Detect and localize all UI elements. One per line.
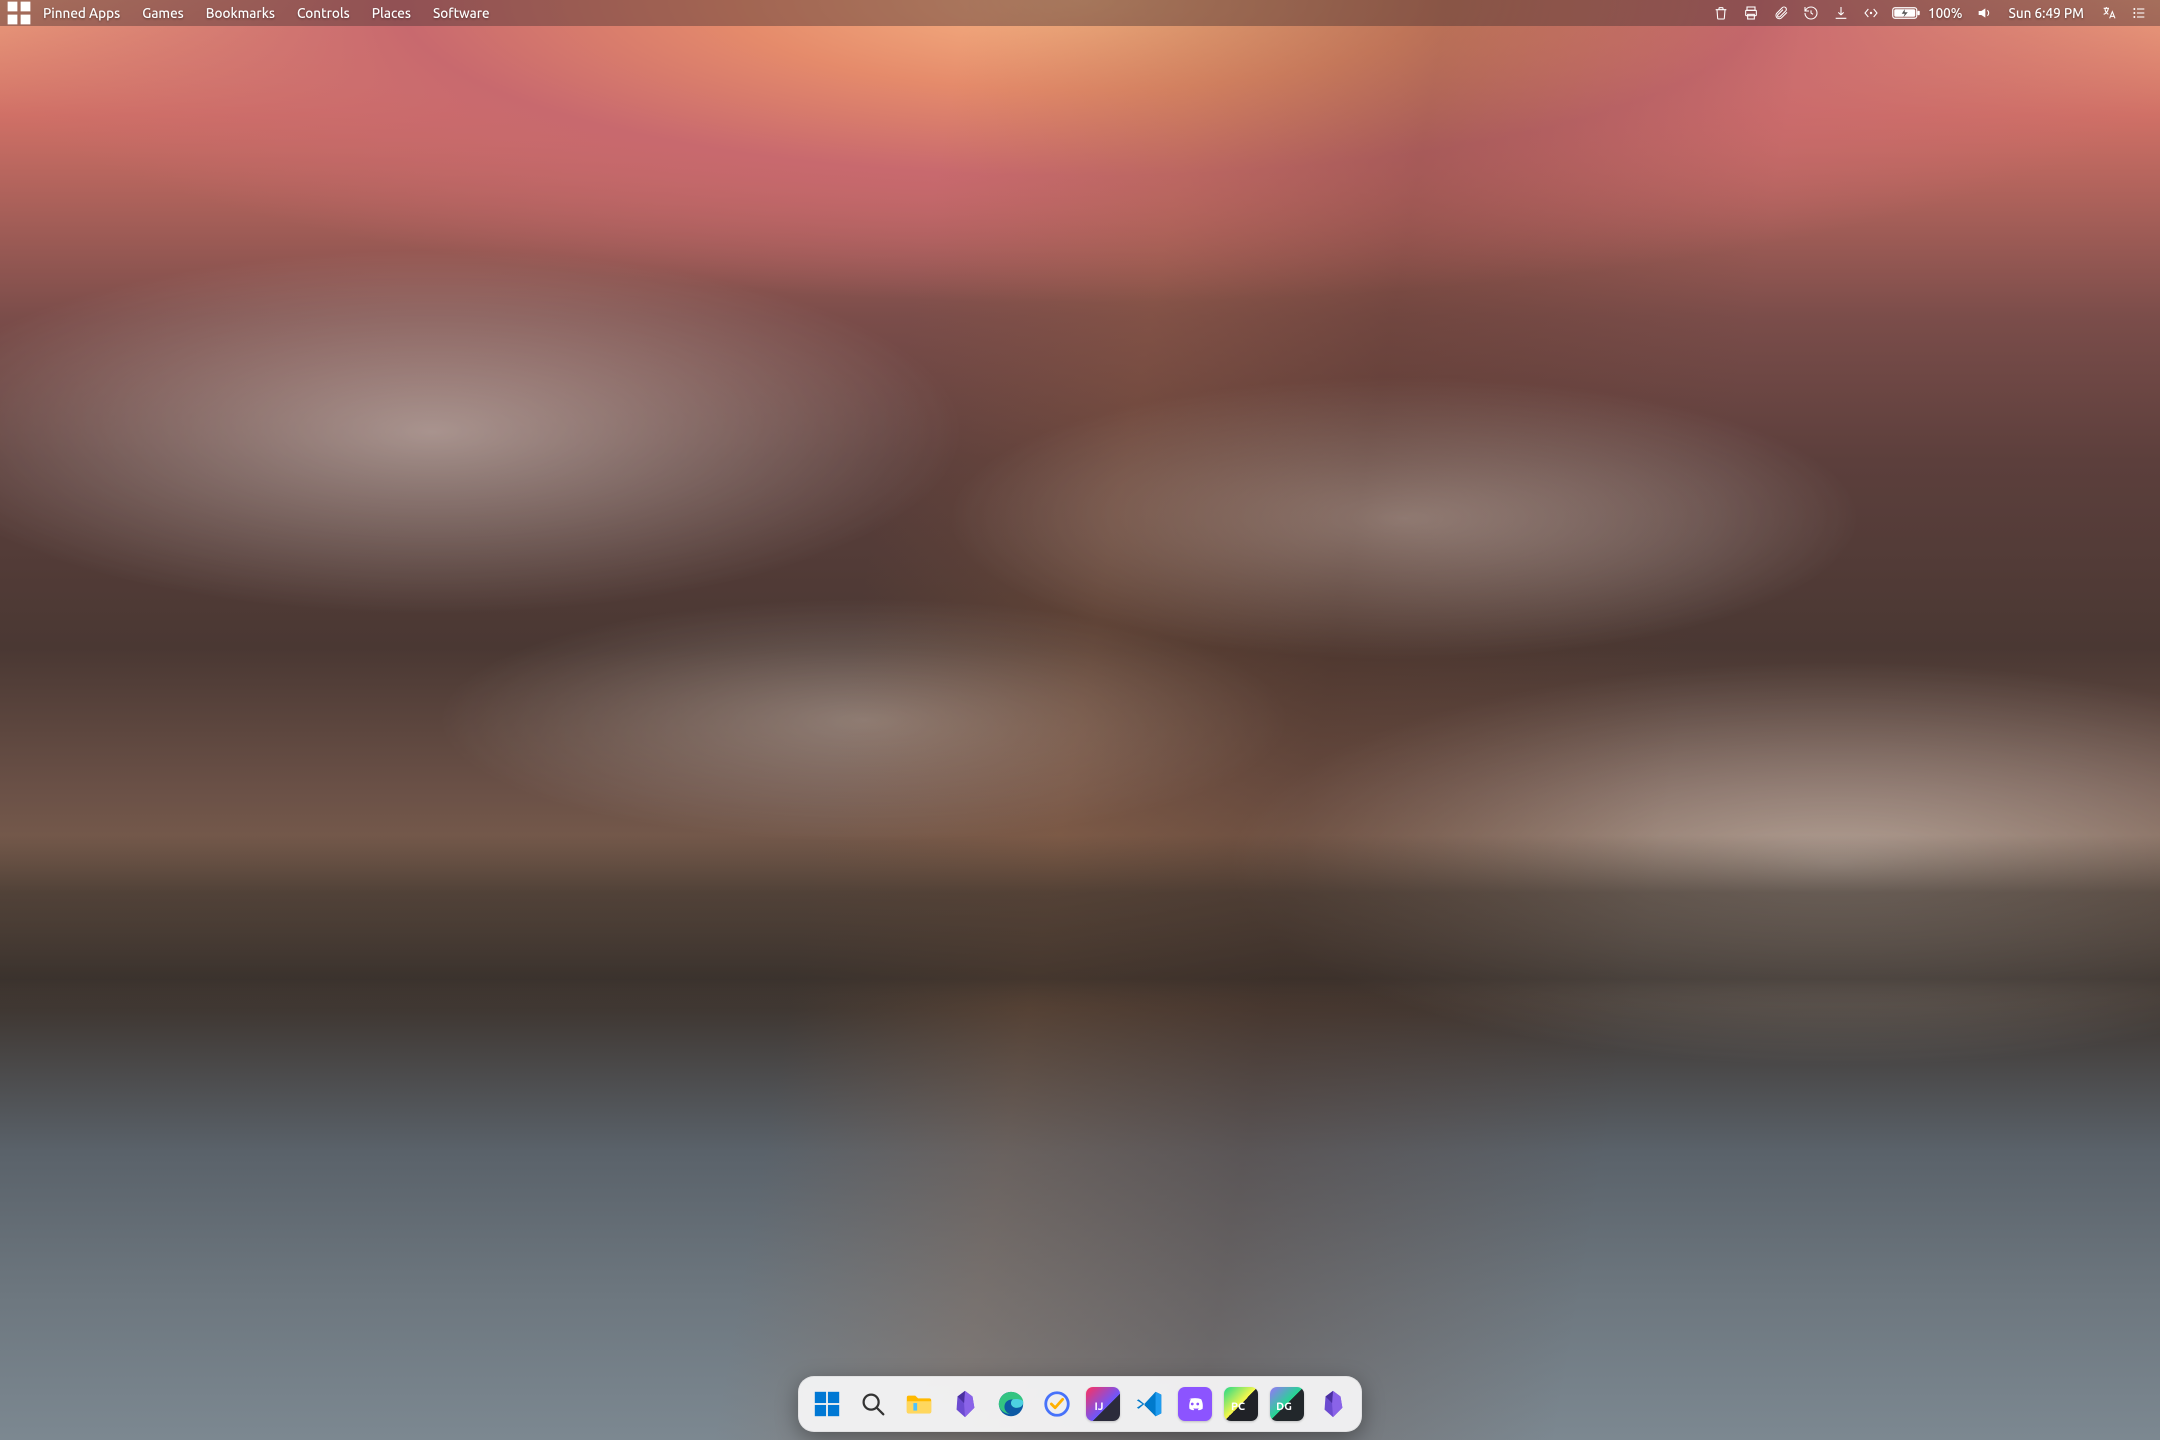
code-expand-icon[interactable] — [1862, 4, 1880, 22]
menu-pinned-apps[interactable]: Pinned Apps — [32, 0, 131, 26]
menu-games[interactable]: Games — [131, 0, 195, 26]
volume-icon[interactable] — [1975, 4, 1993, 22]
dock-app-files[interactable] — [900, 1383, 938, 1425]
language-icon[interactable] — [2100, 4, 2118, 22]
dock-app-discord[interactable] — [1176, 1383, 1214, 1425]
menu-software[interactable]: Software — [422, 0, 501, 26]
dock-app-pycharm[interactable]: PC — [1222, 1383, 1260, 1425]
dock-app-start[interactable] — [808, 1383, 846, 1425]
attachment-icon[interactable] — [1772, 4, 1790, 22]
history-icon[interactable] — [1802, 4, 1820, 22]
dock-app-datagrip-text: DG — [1276, 1401, 1292, 1413]
start-menu-icon[interactable] — [6, 0, 32, 26]
system-tray: 100% Sun 6:49 PM — [1712, 4, 2154, 22]
dock-app-vscode[interactable] — [1130, 1383, 1168, 1425]
menu-places[interactable]: Places — [361, 0, 422, 26]
dock-app-ticktick[interactable] — [1038, 1383, 1076, 1425]
dock-app-edge[interactable] — [992, 1383, 1030, 1425]
clock[interactable]: Sun 6:49 PM — [2005, 5, 2089, 21]
top-menu-bar: Pinned Apps Games Bookmarks Controls Pla… — [32, 0, 501, 26]
dock-app-search[interactable] — [854, 1383, 892, 1425]
printer-icon[interactable] — [1742, 4, 1760, 22]
battery-indicator[interactable]: 100% — [1892, 5, 1963, 21]
trash-icon[interactable] — [1712, 4, 1730, 22]
dock-app-obsidian[interactable] — [946, 1383, 984, 1425]
dock-app-intellij[interactable]: IJ — [1084, 1383, 1122, 1425]
top-panel: Pinned Apps Games Bookmarks Controls Pla… — [0, 0, 2160, 26]
panel-menu-icon[interactable] — [2130, 4, 2148, 22]
download-icon[interactable] — [1832, 4, 1850, 22]
dock-app-obsidian-alt[interactable] — [1314, 1383, 1352, 1425]
menu-controls[interactable]: Controls — [286, 0, 361, 26]
dock-app-pycharm-text: PC — [1231, 1401, 1245, 1413]
taskbar-dock: IJ PC DG — [798, 1376, 1362, 1432]
dock-app-intellij-text: IJ — [1094, 1401, 1103, 1413]
menu-bookmarks[interactable]: Bookmarks — [195, 0, 286, 26]
desktop-wallpaper — [0, 0, 2160, 1440]
battery-percent-label: 100% — [1928, 5, 1963, 21]
battery-icon — [1892, 5, 1922, 21]
dock-app-datagrip[interactable]: DG — [1268, 1383, 1306, 1425]
